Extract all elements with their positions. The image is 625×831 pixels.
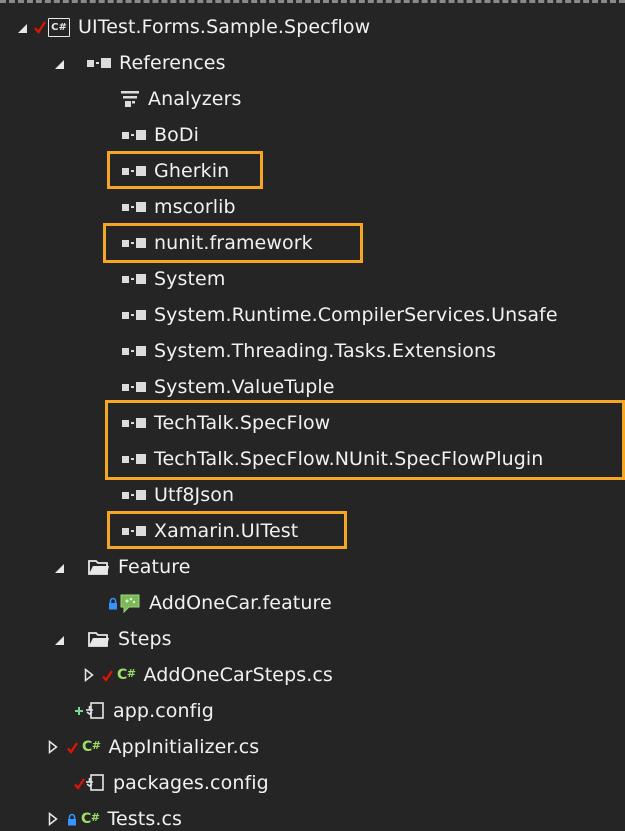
tree-item-feature-folder[interactable]: Feature bbox=[0, 549, 625, 585]
references-label: References bbox=[119, 52, 226, 74]
reference-icon bbox=[122, 333, 146, 369]
reference-icon bbox=[122, 153, 146, 189]
tree-item-app-initializer[interactable]: C# AppInitializer.cs bbox=[0, 729, 625, 765]
lock-icon bbox=[108, 585, 118, 621]
file-label: Tests.cs bbox=[107, 808, 182, 830]
tree-item-project[interactable]: C# UITest.Forms.Sample.Specflow bbox=[0, 9, 625, 45]
tree-item-reference[interactable]: Gherkin bbox=[0, 153, 625, 189]
file-label: AddOneCar.feature bbox=[149, 592, 332, 614]
csharp-file-icon: C# bbox=[81, 811, 100, 827]
tree-item-steps-file[interactable]: C# AddOneCarSteps.cs bbox=[0, 657, 625, 693]
file-label: AddOneCarSteps.cs bbox=[143, 664, 333, 686]
expanded-arrow-icon[interactable] bbox=[14, 9, 30, 45]
checkmark-icon bbox=[102, 657, 113, 693]
project-label: UITest.Forms.Sample.Specflow bbox=[78, 16, 371, 38]
expanded-arrow-icon[interactable] bbox=[51, 549, 67, 585]
reference-label: BoDi bbox=[154, 124, 199, 146]
tree-item-steps-folder[interactable]: Steps bbox=[0, 621, 625, 657]
solution-explorer-tree: C# UITest.Forms.Sample.Specflow Referenc… bbox=[0, 0, 625, 831]
tree-item-reference[interactable]: Xamarin.UITest bbox=[0, 513, 625, 549]
reference-icon bbox=[122, 369, 146, 405]
reference-label: System.ValueTuple bbox=[154, 376, 335, 398]
expanded-arrow-icon[interactable] bbox=[51, 45, 67, 81]
checkmark-icon bbox=[74, 765, 85, 801]
tree-item-references[interactable]: References bbox=[0, 45, 625, 81]
expanded-arrow-icon[interactable] bbox=[51, 621, 67, 657]
reference-icon bbox=[122, 297, 146, 333]
collapsed-arrow-icon[interactable] bbox=[48, 801, 58, 831]
reference-label: TechTalk.SpecFlow bbox=[154, 412, 331, 434]
reference-icon bbox=[122, 477, 146, 513]
collapsed-arrow-icon[interactable] bbox=[48, 729, 58, 765]
tree-item-reference[interactable]: TechTalk.SpecFlow.NUnit.SpecFlowPlugin bbox=[0, 441, 625, 477]
reference-label: System.Threading.Tasks.Extensions bbox=[154, 340, 497, 362]
tree-item-reference[interactable]: System.Threading.Tasks.Extensions bbox=[0, 333, 625, 369]
tree-item-reference[interactable]: BoDi bbox=[0, 117, 625, 153]
pending-add-icon bbox=[74, 693, 84, 729]
reference-icon bbox=[122, 513, 146, 549]
reference-label: Xamarin.UITest bbox=[154, 520, 299, 542]
tree-item-reference[interactable]: System.ValueTuple bbox=[0, 369, 625, 405]
tree-item-reference[interactable]: nunit.framework bbox=[0, 225, 625, 261]
reference-label: mscorlib bbox=[154, 196, 236, 218]
tree-item-feature-file[interactable]: AddOneCar.feature bbox=[0, 585, 625, 621]
reference-label: Gherkin bbox=[154, 160, 230, 182]
reference-icon bbox=[122, 225, 146, 261]
reference-label: Utf8Json bbox=[154, 484, 235, 506]
reference-label: System bbox=[154, 268, 226, 290]
csharp-project-icon: C# bbox=[48, 9, 70, 45]
checkmark-icon bbox=[34, 9, 46, 45]
analyzer-icon bbox=[120, 81, 140, 117]
reference-icon bbox=[87, 45, 111, 81]
config-file-icon bbox=[85, 693, 105, 729]
lock-icon bbox=[67, 801, 77, 831]
csharp-file-icon: C# bbox=[117, 667, 136, 683]
reference-icon bbox=[122, 441, 146, 477]
reference-label: System.Runtime.CompilerServices.Unsafe bbox=[154, 304, 558, 326]
gherkin-feature-icon bbox=[119, 585, 141, 621]
file-label: app.config bbox=[113, 700, 214, 722]
tree-item-packages-config[interactable]: packages.config bbox=[0, 765, 625, 801]
file-label: AppInitializer.cs bbox=[108, 736, 260, 758]
config-file-icon bbox=[85, 765, 105, 801]
csharp-file-icon: C# bbox=[82, 739, 101, 755]
folder-open-icon bbox=[88, 549, 110, 585]
tree-item-reference[interactable]: System bbox=[0, 261, 625, 297]
folder-label: Feature bbox=[118, 556, 191, 578]
tree-item-tests[interactable]: C# Tests.cs bbox=[0, 801, 625, 831]
reference-label: Analyzers bbox=[148, 88, 242, 110]
folder-label: Steps bbox=[118, 628, 172, 650]
file-label: packages.config bbox=[113, 772, 269, 794]
tree-item-reference[interactable]: Utf8Json bbox=[0, 477, 625, 513]
reference-icon bbox=[122, 117, 146, 153]
tree-item-app-config[interactable]: app.config bbox=[0, 693, 625, 729]
reference-icon bbox=[122, 189, 146, 225]
checkmark-icon bbox=[67, 729, 78, 765]
reference-icon bbox=[122, 261, 146, 297]
collapsed-arrow-icon[interactable] bbox=[84, 657, 94, 693]
tree-item-reference[interactable]: mscorlib bbox=[0, 189, 625, 225]
reference-label: nunit.framework bbox=[154, 232, 313, 254]
reference-icon bbox=[122, 405, 146, 441]
tree-item-reference[interactable]: TechTalk.SpecFlow bbox=[0, 405, 625, 441]
tree-item-reference[interactable]: System.Runtime.CompilerServices.Unsafe bbox=[0, 297, 625, 333]
reference-label: TechTalk.SpecFlow.NUnit.SpecFlowPlugin bbox=[154, 448, 544, 470]
folder-open-icon bbox=[88, 621, 110, 657]
tree-item-analyzers[interactable]: Analyzers bbox=[0, 81, 625, 117]
